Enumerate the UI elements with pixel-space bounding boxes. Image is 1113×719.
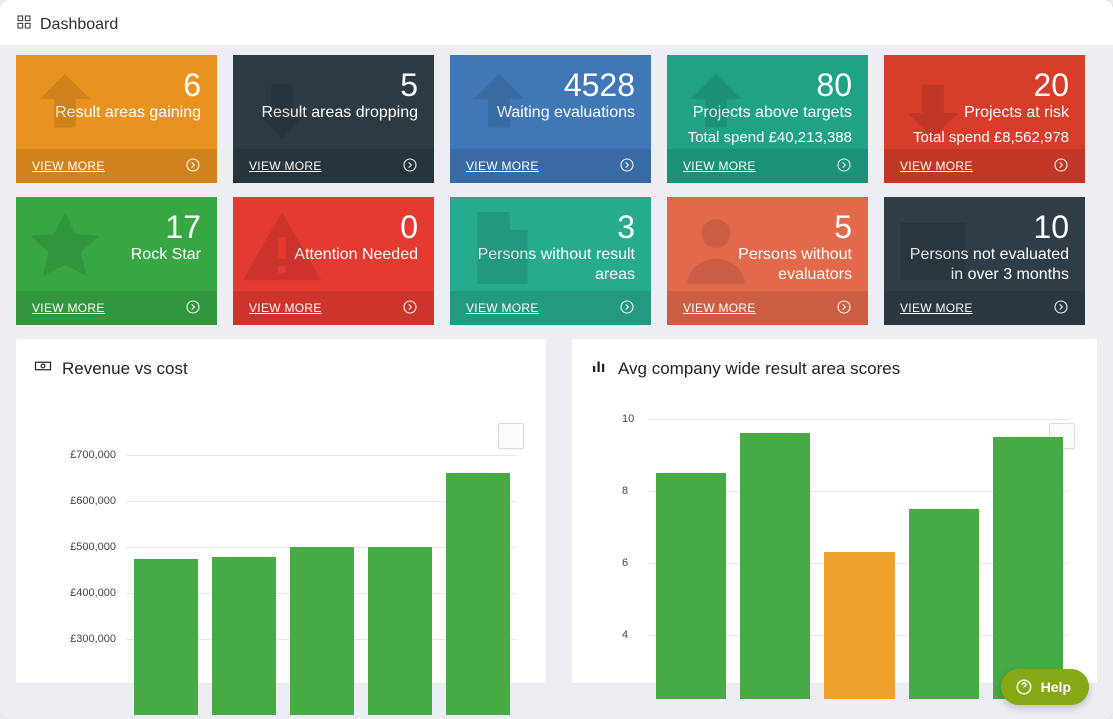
dashboard-icon	[16, 14, 32, 35]
arrow-circle-icon	[836, 299, 852, 318]
card-rock-star[interactable]: 17 Rock Star VIEW MORE	[16, 197, 217, 325]
arrow-circle-icon	[402, 299, 418, 318]
card-projects-above-targets[interactable]: 80 Projects above targets Total spend £4…	[667, 55, 868, 183]
card-persons-without-evaluators[interactable]: 5 Persons without evaluators VIEW MORE	[667, 197, 868, 325]
bar	[993, 437, 1063, 699]
panel-revenue-vs-cost: Revenue vs cost £700,000 £600,000 £500,0…	[16, 339, 546, 683]
arrow-circle-icon	[185, 157, 201, 176]
view-more-link[interactable]: VIEW MORE	[466, 159, 539, 173]
card-footer: VIEW MORE	[884, 291, 1085, 325]
chart-avg-scores: 10 8 6 4	[614, 419, 1079, 683]
y-tick: £700,000	[60, 449, 116, 461]
cards-row-1: 6 Result areas gaining VIEW MORE 5 Resul…	[16, 55, 1097, 183]
y-tick: £300,000	[60, 633, 116, 645]
arrow-circle-icon	[619, 157, 635, 176]
card-footer: VIEW MORE	[16, 149, 217, 183]
cards-row-2: 17 Rock Star VIEW MORE 0 Attention Neede…	[16, 197, 1097, 325]
bar	[134, 559, 198, 716]
view-more-link[interactable]: VIEW MORE	[249, 301, 322, 315]
arrow-down-icon	[239, 63, 325, 154]
arrow-up-icon	[456, 63, 542, 154]
bar	[824, 552, 894, 699]
card-result-areas-gaining[interactable]: 6 Result areas gaining VIEW MORE	[16, 55, 217, 183]
panel-header: Avg company wide result area scores	[590, 357, 1079, 380]
card-footer: VIEW MORE	[667, 149, 868, 183]
arrow-circle-icon	[1053, 157, 1069, 176]
help-label: Help	[1041, 679, 1071, 695]
chart-revenue-vs-cost: £700,000 £600,000 £500,000 £400,000 £300…	[66, 455, 528, 683]
topbar: Dashboard	[0, 0, 1113, 45]
bar	[656, 473, 726, 699]
y-tick: £600,000	[60, 495, 116, 507]
card-projects-at-risk[interactable]: 20 Projects at risk Total spend £8,562,9…	[884, 55, 1085, 183]
card-footer: VIEW MORE	[450, 291, 651, 325]
bar	[446, 473, 510, 715]
card-persons-not-evaluated[interactable]: 10 Persons not evaluated in over 3 month…	[884, 197, 1085, 325]
user-icon	[673, 205, 759, 296]
bar	[909, 509, 979, 699]
calendar-icon	[890, 205, 976, 296]
card-result-areas-dropping[interactable]: 5 Result areas dropping VIEW MORE	[233, 55, 434, 183]
y-tick: 6	[622, 557, 628, 569]
view-more-link[interactable]: VIEW MORE	[900, 159, 973, 173]
alert-icon	[239, 205, 325, 296]
view-more-link[interactable]: VIEW MORE	[683, 301, 756, 315]
card-footer: VIEW MORE	[233, 149, 434, 183]
arrow-up-icon	[673, 63, 759, 154]
arrow-circle-icon	[402, 157, 418, 176]
y-tick: £500,000	[60, 541, 116, 553]
bar	[290, 547, 354, 715]
bar	[368, 547, 432, 715]
bar	[740, 433, 810, 699]
view-more-link[interactable]: VIEW MORE	[900, 301, 973, 315]
card-footer: VIEW MORE	[16, 291, 217, 325]
view-more-link[interactable]: VIEW MORE	[249, 159, 322, 173]
y-tick: 10	[622, 413, 634, 425]
panel-title: Avg company wide result area scores	[618, 359, 900, 379]
view-more-link[interactable]: VIEW MORE	[466, 301, 539, 315]
card-footer: VIEW MORE	[667, 291, 868, 325]
card-waiting-evaluations[interactable]: 4528 Waiting evaluations VIEW MORE	[450, 55, 651, 183]
arrow-circle-icon	[185, 299, 201, 318]
card-footer: VIEW MORE	[450, 149, 651, 183]
arrow-circle-icon	[1053, 299, 1069, 318]
star-icon	[22, 205, 108, 296]
panel-header: Revenue vs cost	[34, 357, 528, 380]
bar-chart-icon	[590, 357, 608, 380]
charts-row: Revenue vs cost £700,000 £600,000 £500,0…	[16, 339, 1097, 683]
money-icon	[34, 357, 52, 380]
panel-title: Revenue vs cost	[62, 359, 188, 379]
page-title: Dashboard	[40, 16, 118, 34]
y-tick: 4	[622, 629, 628, 641]
y-tick: £400,000	[60, 587, 116, 599]
view-more-link[interactable]: VIEW MORE	[32, 301, 105, 315]
arrow-circle-icon	[619, 299, 635, 318]
view-more-link[interactable]: VIEW MORE	[32, 159, 105, 173]
arrow-circle-icon	[836, 157, 852, 176]
card-persons-without-result-areas[interactable]: 3 Persons without result areas VIEW MORE	[450, 197, 651, 325]
bar	[212, 557, 276, 715]
panel-avg-result-area-scores: Avg company wide result area scores 10 8…	[572, 339, 1097, 683]
y-tick: 8	[622, 485, 628, 497]
download-chart-button[interactable]	[498, 423, 524, 449]
arrow-down-icon	[890, 63, 976, 154]
card-attention-needed[interactable]: 0 Attention Needed VIEW MORE	[233, 197, 434, 325]
view-more-link[interactable]: VIEW MORE	[683, 159, 756, 173]
arrow-up-icon	[22, 63, 108, 154]
help-button[interactable]: Help	[1001, 669, 1089, 705]
card-footer: VIEW MORE	[884, 149, 1085, 183]
dashboard-content: 6 Result areas gaining VIEW MORE 5 Resul…	[0, 45, 1113, 719]
card-footer: VIEW MORE	[233, 291, 434, 325]
document-icon	[456, 205, 542, 296]
